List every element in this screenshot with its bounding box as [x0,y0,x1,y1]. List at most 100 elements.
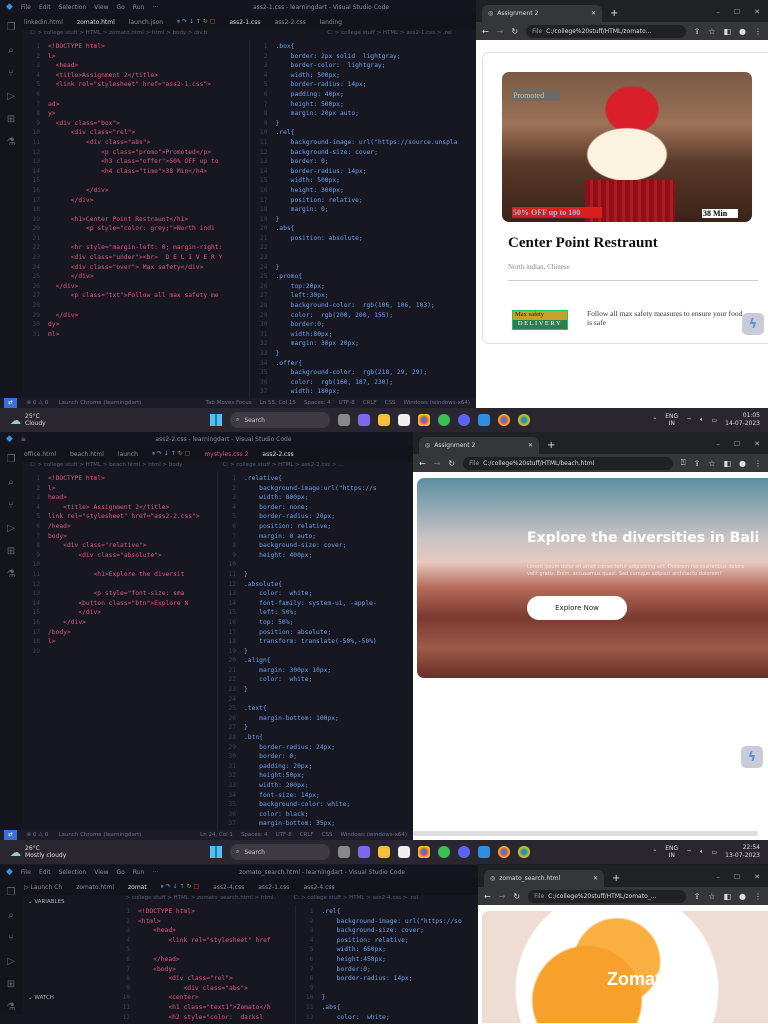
menu-edit[interactable]: Edit [39,4,51,11]
explorer-icon[interactable]: ❐ [7,887,16,898]
explore-now-button[interactable]: Explore Now [527,596,627,620]
testing-icon[interactable]: ⚗ [7,569,16,580]
code-line[interactable]: 19 [22,647,217,657]
code-line[interactable]: 21 [22,234,249,244]
tab-landing[interactable]: landing [320,19,342,26]
code-line[interactable]: 10} [296,993,479,1003]
minimize-icon[interactable]: – [716,440,720,448]
css-editor[interactable]: 1 .relative{2 background-image:url("https… [217,472,413,830]
code-line[interactable]: 8 <div class="relative"> [22,541,217,551]
tab-zomato[interactable]: zomato.html [77,19,115,26]
code-line[interactable]: 9} [250,119,477,129]
chrome-icon[interactable] [418,846,430,858]
battery-icon[interactable]: ▭ [711,849,717,856]
code-line[interactable]: 5 [112,945,295,955]
line-ending[interactable]: CRLF [300,832,314,838]
menu-kebab-icon[interactable]: ⋮ [754,27,762,36]
code-line[interactable]: 14 <button class="btn">Explore N [22,599,217,609]
remote-icon[interactable]: ⇄ [4,398,17,408]
code-line[interactable]: 9 <div class="abs"> [112,984,295,994]
code-line[interactable]: 27 left:30px; [250,291,477,301]
extensions-icon[interactable]: ⊞ [7,979,15,990]
weather-widget[interactable]: ☁ 26°C Mostly cloudy [0,845,200,859]
code-line[interactable]: 17 position: relative; [250,196,477,206]
code-line[interactable]: 28 [22,301,249,311]
code-line[interactable]: 30 border:0; [250,320,477,330]
tab-ass2-css[interactable]: ass2-2.css [275,19,306,26]
launch-config-button[interactable]: ▷ Launch Ch [24,884,62,891]
explorer-icon[interactable]: ❐ [7,22,16,33]
code-line[interactable]: 8 y> [22,109,249,119]
code-line[interactable]: 33} [250,349,477,359]
code-line[interactable]: 2 l> [22,52,249,62]
explorer-icon[interactable]: ❐ [7,454,16,465]
code-line[interactable]: 11 <h1 class="text1">Zomato</h [112,1003,295,1013]
code-line[interactable]: 12 .absolute{ [218,580,413,590]
code-line[interactable]: 24 [218,695,413,705]
code-line[interactable]: 4 <title> Assignment 2</title> [22,503,217,513]
close-tab-icon[interactable]: ✕ [591,10,596,17]
code-line[interactable]: 29 border-radius: 24px; [218,743,413,753]
language-mode[interactable]: CSS [322,832,333,838]
code-line[interactable]: 7 border:0; [296,965,479,975]
code-line[interactable]: 9 [296,984,479,994]
vscode-icon[interactable] [478,846,490,858]
code-line[interactable]: 19} [250,215,477,225]
code-line[interactable]: 24} [250,263,477,273]
clock[interactable]: 01:05 14-07-2023 [725,412,760,428]
code-line[interactable]: 22 [250,243,477,253]
tab-mystyles[interactable]: mystyles.css 2 [204,451,248,458]
code-line[interactable]: 8 border-radius: 14px; [296,974,479,984]
code-line[interactable]: 15 [22,176,249,186]
menu-more[interactable]: ··· [152,869,158,876]
menu-run[interactable]: Run [133,869,145,876]
code-line[interactable]: 35 background-color: white; [218,800,413,810]
code-line[interactable]: 26 top:20px; [250,282,477,292]
variables-section[interactable]: ⌄ VARIABLES [22,895,124,909]
encoding[interactable]: UTF-8 [276,832,292,838]
share-icon[interactable]: ⇪ [694,459,701,468]
code-line[interactable]: 2 background-image: url("https://so [296,917,479,927]
chrome-profile-icon[interactable] [498,414,510,426]
code-line[interactable]: 10 [218,560,413,570]
code-line[interactable]: 22 <hr style="margin-left: 0; margin-rig… [22,243,249,253]
side-panel-icon[interactable]: ◧ [723,459,731,468]
forward-icon[interactable]: → [497,27,504,36]
language-mode[interactable]: CSS [385,400,396,406]
back-icon[interactable]: ← [419,459,426,468]
code-line[interactable]: 16 </div> [22,186,249,196]
code-line[interactable]: 31 width:80px; [250,330,477,340]
code-line[interactable]: 23 [250,253,477,263]
code-line[interactable]: 2 l> [22,484,217,494]
extension-bolt-icon[interactable]: ϟ [741,746,763,768]
address-bar[interactable]: File C:/college%20stuff/HTML/zomato_... [528,889,686,903]
code-line[interactable]: 10 <div class="rel"> [22,128,249,138]
indentation[interactable]: Spaces: 4 [241,832,268,838]
menu-file[interactable]: File [21,869,31,876]
code-line[interactable]: 6 height:450px; [296,955,479,965]
code-line[interactable]: 26 </div> [22,282,249,292]
maximize-icon[interactable]: ☐ [734,440,740,448]
debug-toolbar[interactable]: ⏸ ↷ ↓ ↑ ↻ □ [161,883,199,891]
code-line[interactable]: 7 body> [22,532,217,542]
code-line[interactable]: 8 <div class="rel"> [112,974,295,984]
language-indicator[interactable]: ENG IN [665,413,678,427]
tab-ass2-1-css[interactable]: ass2-1.css [258,884,289,891]
tab-beach[interactable]: beach.html [70,451,104,458]
side-panel-icon[interactable]: ◧ [723,27,731,36]
code-line[interactable]: 20 .abs{ [250,224,477,234]
extensions-icon[interactable]: ⊞ [7,546,15,557]
tab-zomato[interactable]: zomato.html [76,884,114,891]
code-line[interactable]: 19} [218,647,413,657]
code-line[interactable]: 9 <div class="box"> [22,119,249,129]
address-bar[interactable]: File C:/college%20stuff/HTML/zomato... [526,24,686,38]
code-line[interactable]: 14 <h4 class="time">38 Min</h4> [22,167,249,177]
menu-selection[interactable]: Selection [59,4,87,11]
code-line[interactable]: 3 head> [22,493,217,503]
code-line[interactable]: 17/body> [22,628,217,638]
back-icon[interactable]: ← [484,892,491,901]
code-line[interactable]: 15 width: 500px; [250,176,477,186]
code-line[interactable]: 34 .offer{ [250,359,477,369]
breadcrumb-left[interactable]: C: > college stuff > HTML > zomato.html … [30,30,207,40]
tab-linkedin[interactable]: linkedin.html [24,19,63,26]
